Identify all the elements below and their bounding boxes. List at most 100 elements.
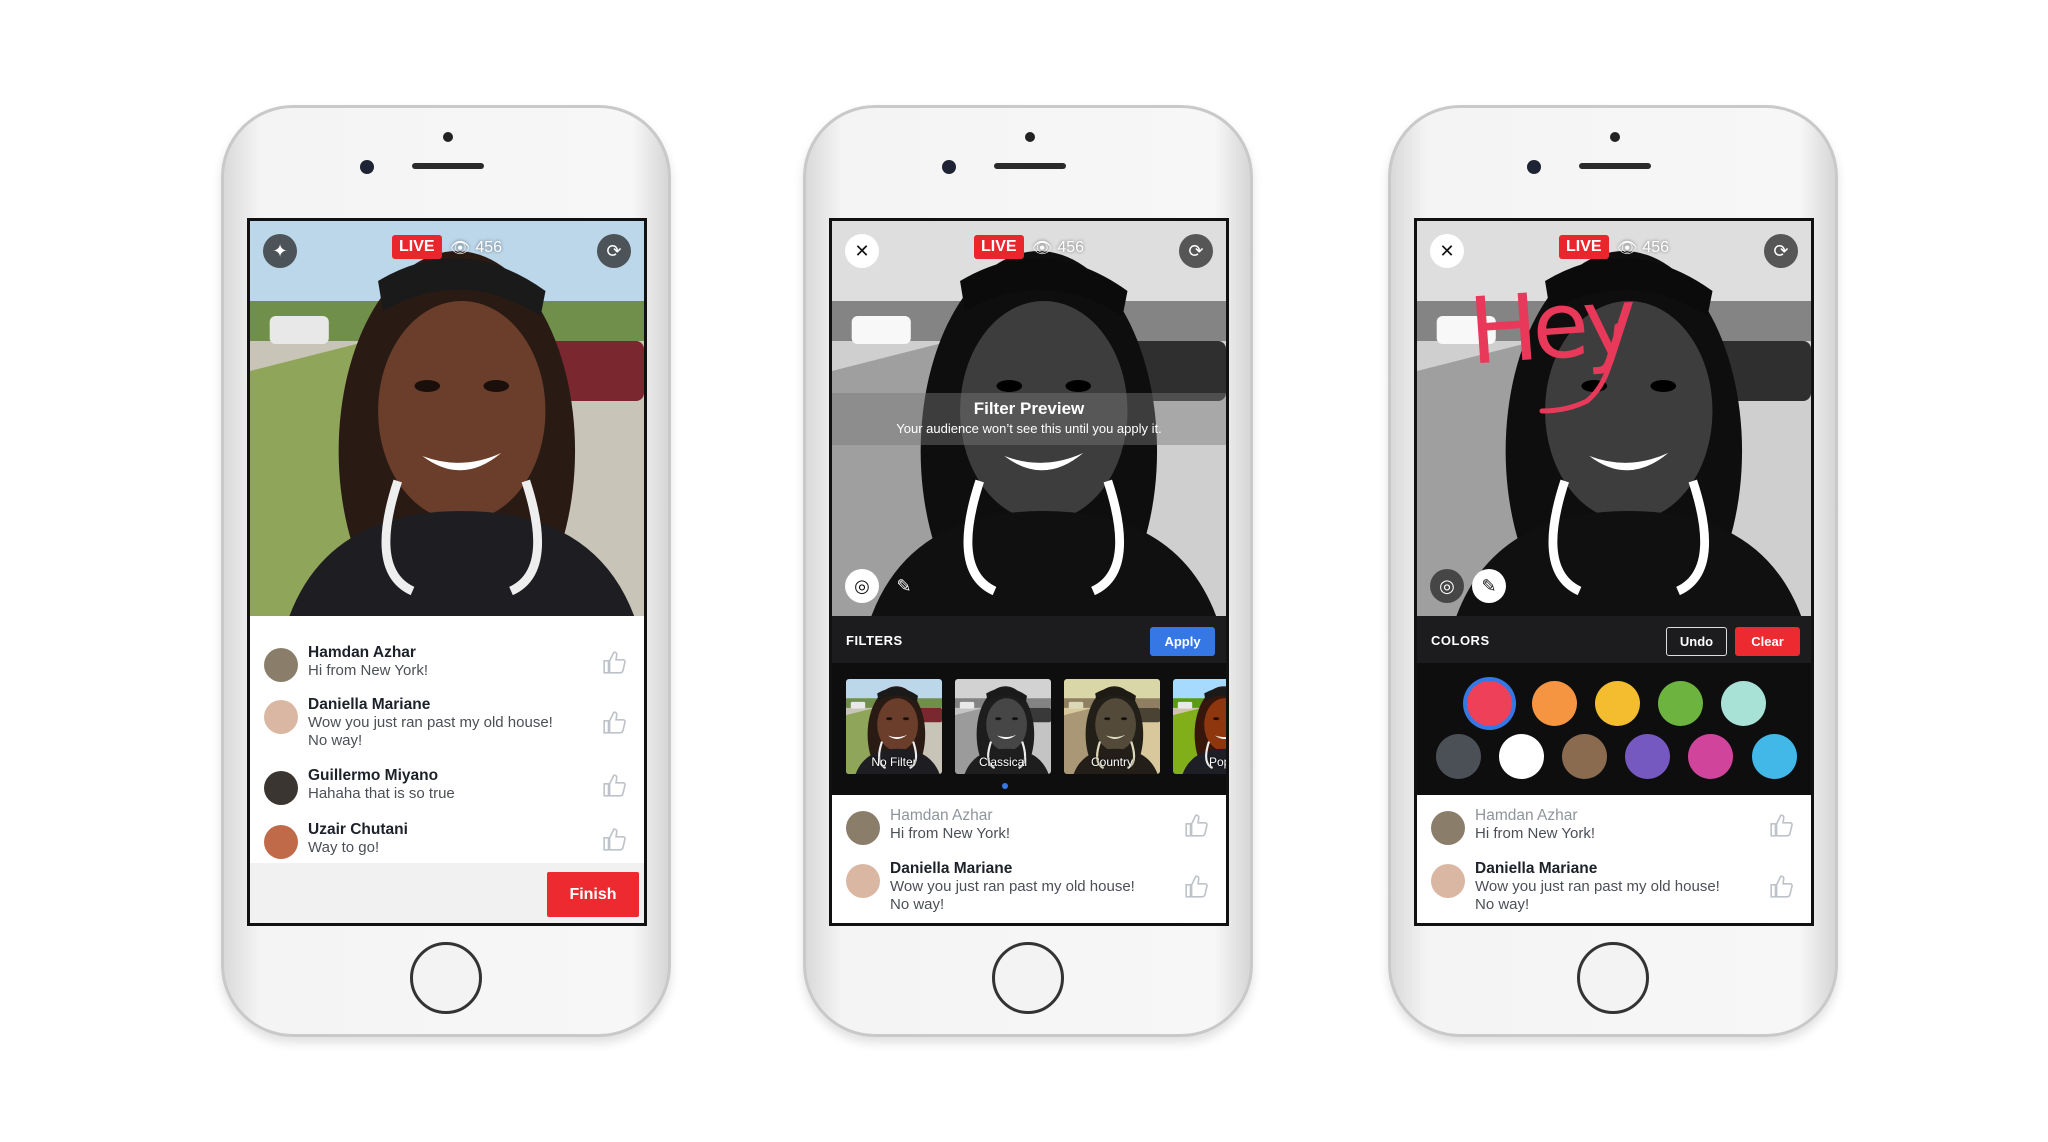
drawing-screen: Hey ✕ LIVE 👁 456 ⟳ ◎ ✎ COLORS Undo Clear … <box>1414 218 1814 926</box>
drawing-tail <box>1539 323 1620 414</box>
home-button[interactable] <box>410 942 482 1014</box>
camera-flip-icon[interactable]: ⟳ <box>1179 234 1213 268</box>
eye-icon: 👁 <box>1617 240 1638 257</box>
clear-button[interactable]: Clear <box>1735 627 1800 656</box>
color-swatch[interactable] <box>1467 681 1512 726</box>
thumbs-up-icon[interactable] <box>602 650 628 676</box>
phone-filters: ✕ LIVE 👁 456 ⟳ Filter Preview Your audien… <box>803 105 1253 1037</box>
live-badge: LIVE <box>1559 235 1609 259</box>
filter-label: Country <box>1090 755 1134 769</box>
aperture-icon[interactable]: ◎ <box>1430 569 1464 603</box>
finish-button[interactable]: Finish <box>547 872 639 917</box>
eye-icon: 👁 <box>1032 240 1053 257</box>
live-badge: LIVE <box>392 235 442 259</box>
finish-bar: Finish <box>250 863 644 923</box>
aperture-icon[interactable]: ◎ <box>845 569 879 603</box>
filter-label: No Filter <box>871 755 917 769</box>
comment-list: Hamdan Azhar Hi from New York! Daniella … <box>250 616 644 863</box>
undo-button[interactable]: Undo <box>1666 627 1727 656</box>
color-swatch[interactable] <box>1436 734 1481 779</box>
color-swatch[interactable] <box>1532 681 1577 726</box>
filter-label: Pop <box>1209 755 1229 769</box>
filter-label: Classical <box>978 755 1027 769</box>
comment-text: Hi from New York! <box>1475 825 1596 842</box>
sensor <box>443 132 453 142</box>
filter-tray: No Filter Classical Country Pop <box>832 663 1226 795</box>
filters-label: FILTERS <box>846 633 903 648</box>
avatar <box>846 864 880 898</box>
live-video: ✕ LIVE 👁 456 ⟳ Filter Preview Your audien… <box>832 221 1226 616</box>
phone-drawing: Hey ✕ LIVE 👁 456 ⟳ ◎ ✎ COLORS Undo Clear … <box>1388 105 1838 1037</box>
live-video: ✦ LIVE 👁 456 ⟳ <box>250 221 644 616</box>
close-icon[interactable]: ✕ <box>1430 234 1464 268</box>
speaker <box>994 163 1066 169</box>
comment-author: Hamdan Azhar <box>890 807 993 824</box>
avatar <box>264 648 298 682</box>
preview-subtitle: Your audience won’t see this until you a… <box>896 421 1162 436</box>
thumbs-up-icon[interactable] <box>602 710 628 736</box>
apply-button[interactable]: Apply <box>1150 627 1215 656</box>
comment-author: Guillermo Miyano <box>308 767 439 784</box>
comment-text: Hahaha that is so true <box>308 785 455 802</box>
avatar <box>264 825 298 859</box>
color-swatch[interactable] <box>1625 734 1670 779</box>
comment-list: Hamdan Azhar Hi from New York! Daniella … <box>832 795 1226 923</box>
color-swatch[interactable] <box>1721 681 1766 726</box>
close-icon[interactable]: ✕ <box>845 234 879 268</box>
color-swatch[interactable] <box>1499 734 1544 779</box>
thumbs-up-icon[interactable] <box>1769 813 1795 839</box>
speaker <box>412 163 484 169</box>
comment-text: Way to go! <box>308 839 380 856</box>
filters-screen: ✕ LIVE 👁 456 ⟳ Filter Preview Your audien… <box>829 218 1229 926</box>
selected-filter-indicator <box>1002 783 1008 789</box>
viewer-count: 👁 456 <box>1617 239 1670 257</box>
comment-text: Hi from New York! <box>308 662 429 679</box>
comment-text: Wow you just ran past my old house! No wa… <box>890 878 1135 913</box>
avatar <box>1431 864 1465 898</box>
comment-text: Wow you just ran past my old house! No wa… <box>308 714 553 749</box>
colors-header: COLORS Undo Clear <box>1417 616 1811 663</box>
avatar <box>846 811 880 845</box>
color-swatch[interactable] <box>1658 681 1703 726</box>
avatar <box>264 771 298 805</box>
sensor <box>1025 132 1035 142</box>
thumbs-up-icon[interactable] <box>1769 874 1795 900</box>
avatar <box>264 700 298 734</box>
thumbs-up-icon[interactable] <box>602 827 628 853</box>
live-badge: LIVE <box>974 235 1024 259</box>
pencil-icon[interactable]: ✎ <box>1472 569 1506 603</box>
filter-thumb-no-filter[interactable]: No Filter <box>846 679 942 774</box>
magic-wand-icon[interactable]: ✦ <box>263 234 297 268</box>
filters-header: FILTERS Apply <box>832 616 1226 663</box>
filter-preview-banner: Filter Preview Your audience won’t see t… <box>832 393 1226 445</box>
front-camera <box>942 160 956 174</box>
camera-flip-icon[interactable]: ⟳ <box>597 234 631 268</box>
comment-author: Hamdan Azhar <box>308 644 416 661</box>
comment-list: Hamdan Azhar Hi from New York! Daniella … <box>1417 795 1811 923</box>
color-swatch[interactable] <box>1562 734 1607 779</box>
color-swatch[interactable] <box>1688 734 1733 779</box>
colors-label: COLORS <box>1431 633 1490 648</box>
color-palette <box>1417 663 1811 795</box>
eye-icon: 👁 <box>450 240 471 257</box>
color-swatch[interactable] <box>1595 681 1640 726</box>
comment-author: Daniella Mariane <box>308 696 431 713</box>
preview-title: Filter Preview <box>973 399 1085 418</box>
pencil-icon[interactable]: ✎ <box>887 569 921 603</box>
thumbs-up-icon[interactable] <box>1184 813 1210 839</box>
filter-thumb-classical[interactable]: Classical <box>955 679 1051 774</box>
comment-author: Uzair Chutani <box>308 821 408 838</box>
filter-thumb-country[interactable]: Country <box>1064 679 1160 774</box>
avatar <box>1431 811 1465 845</box>
filter-thumb-pop[interactable]: Pop <box>1173 679 1229 774</box>
live-video: Hey ✕ LIVE 👁 456 ⟳ ◎ ✎ <box>1417 221 1811 616</box>
thumbs-up-icon[interactable] <box>602 773 628 799</box>
home-button[interactable] <box>992 942 1064 1014</box>
camera-flip-icon[interactable]: ⟳ <box>1764 234 1798 268</box>
color-swatch[interactable] <box>1752 734 1797 779</box>
comment-author: Hamdan Azhar <box>1475 807 1578 824</box>
home-button[interactable] <box>1577 942 1649 1014</box>
thumbs-up-icon[interactable] <box>1184 874 1210 900</box>
comment-author: Daniella Mariane <box>1475 860 1598 877</box>
live-screen: ✦ LIVE 👁 456 ⟳ Hamdan Azhar Hi from New Y… <box>247 218 647 926</box>
